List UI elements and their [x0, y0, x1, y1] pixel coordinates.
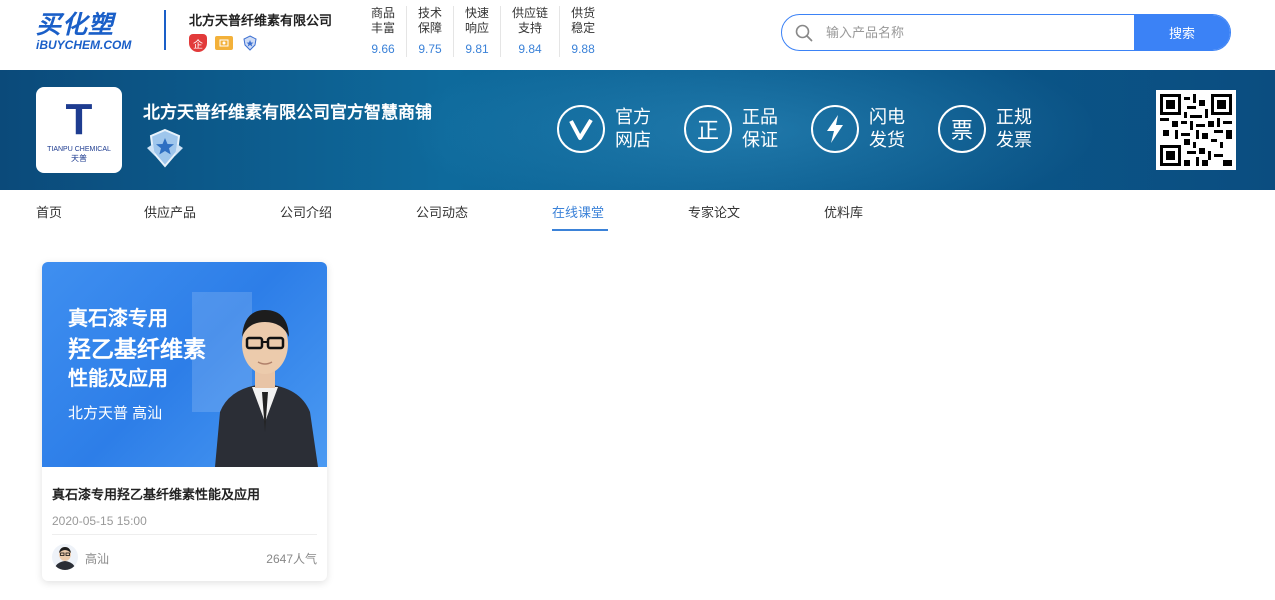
top-bar: 买化塑 iBUYCHEM.COM 北方天普纤维素有限公司 企 商品 丰富 9.6… [0, 0, 1275, 70]
feature-label: 正规 [996, 107, 1032, 127]
feature-invoice: 票 正规发票 [938, 105, 1065, 153]
nav-online-class[interactable]: 在线课堂 [552, 202, 604, 221]
score-item: 技术 保障 9.75 [407, 6, 455, 57]
course-date: 2020-05-15 15:00 [52, 514, 147, 528]
score-item: 供应链 支持 9.84 [501, 6, 561, 57]
feature-label: 官方 [615, 107, 651, 127]
nav-materials[interactable]: 优料库 [824, 202, 863, 221]
score-label: 供货 [571, 6, 596, 20]
view-count: 2647人气 [266, 552, 317, 566]
feature-official: 官方 网店 [557, 105, 684, 153]
feature-label: 保证 [742, 130, 778, 150]
score-value: 9.84 [518, 42, 542, 56]
official-v-icon [557, 105, 605, 153]
score-item: 商品 丰富 9.66 [360, 6, 408, 57]
score-label: 支持 [518, 21, 543, 35]
score-label: 快速 [465, 6, 490, 20]
score-value: 9.81 [465, 42, 489, 56]
company-badges: 企 [189, 34, 259, 52]
score-list: 商品 丰富 9.66 技术 保障 9.75 快速 响应 9.81 供应链 支持 … [360, 6, 606, 57]
feature-label: 网店 [615, 130, 651, 150]
shop-logo-cn: 天普 [71, 154, 87, 163]
shop-title: 北方天普纤维素有限公司官方智慧商铺 [143, 103, 432, 122]
course-card[interactable]: 真石漆专用 羟乙基纤维素 性能及应用 北方天普 高汕 真石漆专用羟乙基纤维素性能… [42, 262, 327, 581]
feature-label: 发票 [996, 130, 1032, 150]
nav-about[interactable]: 公司介绍 [280, 202, 332, 221]
nav-products[interactable]: 供应产品 [144, 202, 196, 221]
enterprise-badge-icon[interactable]: 企 [189, 34, 207, 52]
thumb-title-line: 性能及应用 [68, 368, 168, 390]
score-label: 技术 [418, 6, 443, 20]
medal-icon [143, 126, 187, 170]
shop-nav: 首页 供应产品 公司介绍 公司动态 在线课堂 专家论文 优料库 [0, 190, 1275, 232]
feature-label: 正品 [742, 107, 778, 127]
score-value: 9.66 [371, 42, 395, 56]
site-logo-cn: 买化塑 [36, 11, 115, 39]
shop-logo[interactable]: T TIANPU CHEMICAL 天普 [36, 87, 122, 173]
lightning-icon [811, 105, 859, 153]
feature-label: 发货 [869, 130, 905, 150]
shield-badge-icon[interactable] [241, 34, 259, 52]
card-divider [52, 534, 317, 535]
search-box: 搜索 [781, 14, 1231, 51]
thumb-title-line: 真石漆专用 [68, 308, 168, 330]
company-name: 北方天普纤维素有限公司 [189, 13, 333, 28]
thumb-speaker: 北方天普 高汕 [68, 405, 163, 422]
author-avatar [52, 544, 78, 570]
invoice-icon: 票 [938, 105, 986, 153]
feature-fast-delivery: 闪电 发货 [811, 105, 938, 153]
score-label: 供应链 [512, 6, 549, 20]
nav-active-underline [552, 229, 608, 231]
score-item: 快速 响应 9.81 [454, 6, 502, 57]
nav-home[interactable]: 首页 [36, 202, 62, 221]
shop-logo-en: TIANPU CHEMICAL [47, 146, 111, 153]
score-item: 供货 稳定 9.88 [560, 6, 606, 57]
score-value: 9.88 [571, 42, 595, 56]
feature-list: 官方网店 正 正品保证 闪电发货 票 正规发票 [557, 105, 1065, 153]
course-thumbnail[interactable]: 真石漆专用 羟乙基纤维素 性能及应用 北方天普 高汕 [42, 262, 327, 467]
qr-code-icon[interactable] [1156, 90, 1236, 170]
score-value: 9.75 [418, 42, 442, 56]
score-label: 丰富 [371, 21, 396, 35]
author-name: 高汕 [85, 552, 110, 566]
nav-papers[interactable]: 专家论文 [688, 202, 740, 221]
genuine-icon: 正 [684, 105, 732, 153]
score-label: 响应 [465, 21, 490, 35]
site-logo-en: iBUYCHEM.COM [36, 38, 132, 52]
score-label: 稳定 [571, 21, 596, 35]
divider [164, 10, 166, 50]
license-badge-icon[interactable] [215, 36, 233, 50]
search-input[interactable] [826, 15, 1134, 50]
site-logo[interactable]: 买化塑 iBUYCHEM.COM [36, 12, 152, 54]
feature-genuine: 正 正品保证 [684, 105, 811, 153]
search-button[interactable]: 搜索 [1134, 15, 1230, 50]
course-title[interactable]: 真石漆专用羟乙基纤维素性能及应用 [52, 484, 260, 503]
score-label: 商品 [371, 6, 396, 20]
thumb-title-line: 羟乙基纤维素 [68, 336, 206, 362]
speaker-photo-icon [215, 310, 318, 467]
nav-news[interactable]: 公司动态 [416, 202, 468, 221]
shop-banner: T TIANPU CHEMICAL 天普 北方天普纤维素有限公司官方智慧商铺 官… [0, 70, 1275, 190]
feature-label: 闪电 [869, 107, 905, 127]
shop-logo-letter: T [65, 95, 93, 144]
score-label: 保障 [418, 21, 443, 35]
search-icon [782, 15, 826, 50]
